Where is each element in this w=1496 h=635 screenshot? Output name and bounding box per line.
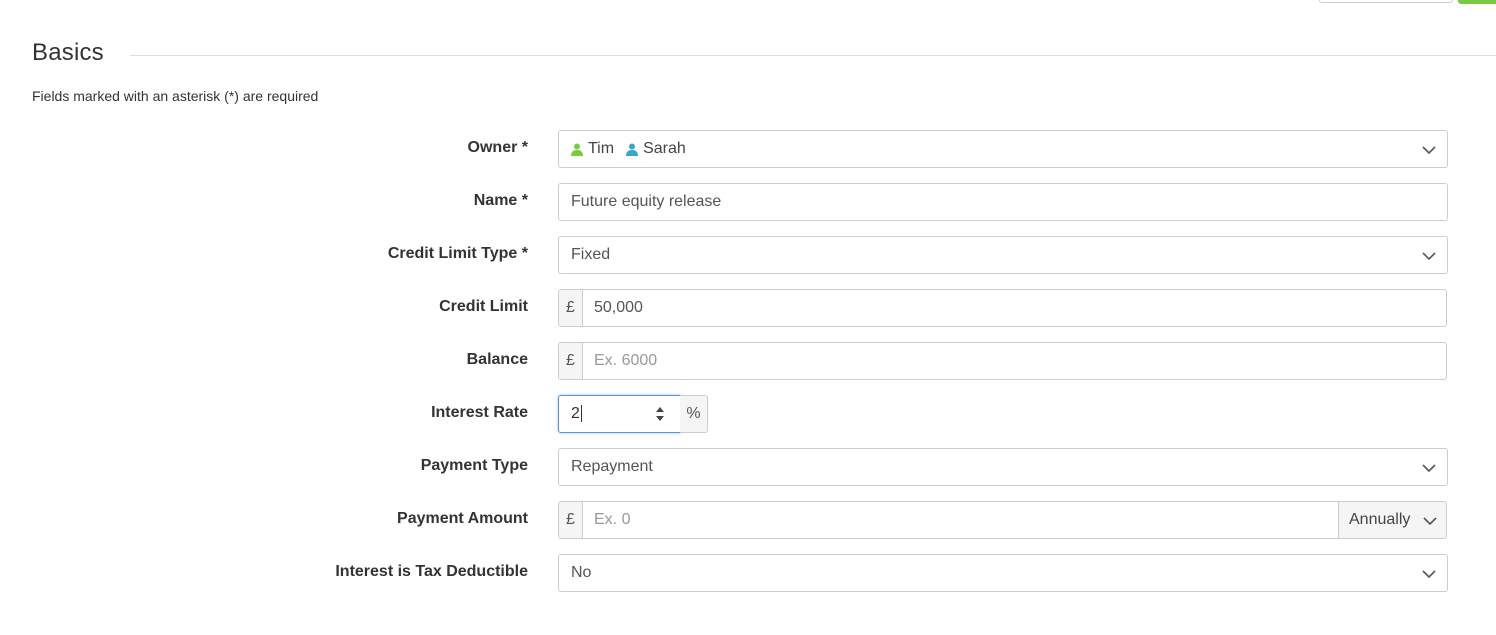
text-cursor xyxy=(580,405,582,423)
payment-amount-group: £ Ex. 0 Annually xyxy=(558,501,1447,539)
name-row: Name * Future equity release xyxy=(0,183,1496,221)
payment-type-value: Repayment xyxy=(571,458,653,475)
payment-amount-input[interactable]: Ex. 0 xyxy=(594,502,1334,538)
chevron-down-icon xyxy=(1422,570,1436,579)
balance-label: Balance xyxy=(466,351,528,368)
owner-name: Tim xyxy=(588,140,615,157)
balance-placeholder: Ex. 6000 xyxy=(594,352,658,369)
user-icon xyxy=(626,143,639,156)
payment-frequency-select[interactable]: Annually xyxy=(1338,502,1446,538)
currency-prefix: £ xyxy=(559,290,583,326)
payment-type-label: Payment Type xyxy=(420,457,528,474)
tax-deductible-value: No xyxy=(571,564,592,581)
payment-type-row: Payment Type Repayment xyxy=(0,448,1496,486)
payment-frequency-value: Annually xyxy=(1349,511,1411,528)
interest-rate-row: Interest Rate 2 % xyxy=(0,395,1496,433)
credit-limit-type-label: Credit Limit Type * xyxy=(387,245,528,262)
tax-deductible-label: Interest is Tax Deductible xyxy=(335,563,528,580)
owner-name: Sarah xyxy=(643,140,686,157)
owner-label: Owner * xyxy=(467,139,528,156)
percent-suffix: % xyxy=(680,395,708,433)
interest-rate-label: Interest Rate xyxy=(431,404,528,421)
balance-row: Balance £ Ex. 6000 xyxy=(0,342,1496,380)
owner-select[interactable]: Tim Sarah xyxy=(558,130,1448,168)
credit-limit-label: Credit Limit xyxy=(439,298,528,315)
number-spinner-icon[interactable] xyxy=(653,404,667,424)
currency-prefix: £ xyxy=(559,343,583,379)
chevron-down-icon xyxy=(1422,464,1436,473)
interest-rate-value: 2 xyxy=(571,405,580,422)
owner-chip-tim: Tim xyxy=(571,131,614,167)
balance-input[interactable]: £ Ex. 6000 xyxy=(558,342,1447,380)
credit-limit-type-select[interactable]: Fixed xyxy=(558,236,1448,274)
section-divider xyxy=(130,55,1496,56)
credit-limit-value: 50,000 xyxy=(594,299,643,316)
owner-chip-sarah: Sarah xyxy=(626,131,686,167)
required-fields-note: Fields marked with an asterisk (*) are r… xyxy=(32,88,319,104)
credit-limit-row: Credit Limit £ 50,000 xyxy=(0,289,1496,327)
top-primary-button[interactable] xyxy=(1458,0,1496,4)
chevron-down-icon xyxy=(1423,517,1437,526)
payment-type-select[interactable]: Repayment xyxy=(558,448,1448,486)
currency-prefix: £ xyxy=(559,502,583,538)
payment-amount-label: Payment Amount xyxy=(397,510,528,527)
interest-rate-input[interactable]: 2 xyxy=(558,395,681,433)
top-secondary-button[interactable] xyxy=(1319,0,1453,3)
name-input[interactable]: Future equity release xyxy=(558,183,1448,221)
user-icon xyxy=(571,143,583,156)
credit-limit-input[interactable]: £ 50,000 xyxy=(558,289,1447,327)
section-title: Basics xyxy=(32,39,104,66)
credit-limit-type-row: Credit Limit Type * Fixed xyxy=(0,236,1496,274)
payment-amount-row: Payment Amount £ Ex. 0 Annually xyxy=(0,501,1496,539)
owner-row: Owner * Tim Sarah xyxy=(0,130,1496,168)
name-value: Future equity release xyxy=(571,193,722,210)
tax-deductible-select[interactable]: No xyxy=(558,554,1448,592)
tax-deductible-row: Interest is Tax Deductible No xyxy=(0,554,1496,592)
chevron-down-icon xyxy=(1422,252,1436,261)
name-label: Name * xyxy=(473,192,528,209)
credit-limit-type-value: Fixed xyxy=(571,246,611,263)
chevron-down-icon xyxy=(1422,146,1436,155)
